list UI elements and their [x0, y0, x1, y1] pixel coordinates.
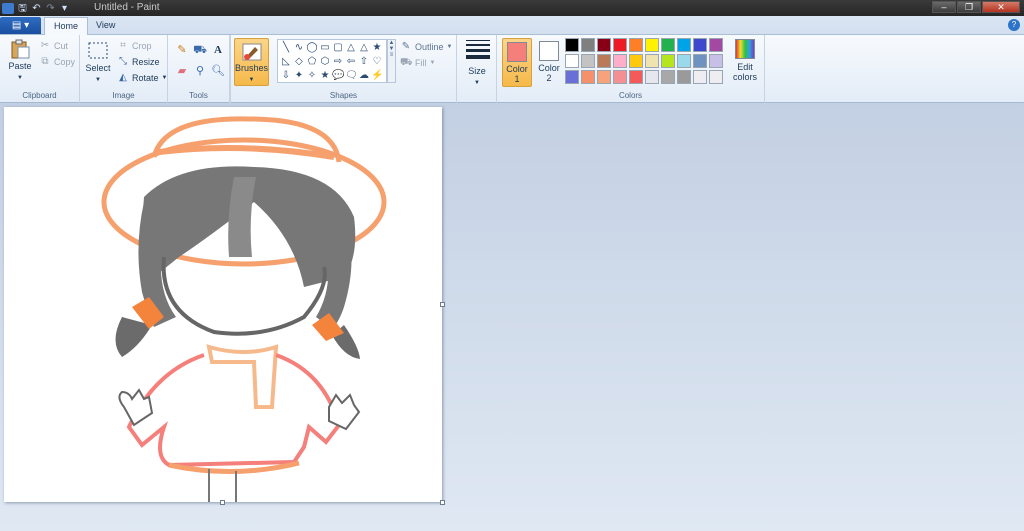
clipboard-group: Paste ▼ ✂ Cut ⧉ Copy Clipboard: [0, 35, 80, 103]
colors-group: Colors: [497, 35, 765, 103]
resize-label: Resize: [132, 57, 160, 67]
size-button[interactable]: Size ▼: [462, 66, 492, 86]
chevron-down-icon: ▼: [474, 80, 480, 86]
paste-label: Paste: [8, 61, 32, 71]
hand-right: [328, 393, 361, 431]
canvas-resize-handle-right[interactable]: [440, 302, 445, 307]
clipboard-group-label: Clipboard: [22, 91, 57, 100]
image-group-label: Image: [112, 91, 135, 100]
cut-label: Cut: [54, 41, 69, 51]
close-button[interactable]: ✕: [982, 1, 1020, 13]
size-icon[interactable]: [466, 40, 490, 62]
help-icon[interactable]: ?: [1008, 19, 1020, 31]
color-picker-icon[interactable]: ⚲: [192, 63, 208, 79]
undo-icon[interactable]: ↶: [31, 3, 42, 14]
window-controls: – ❐ ✕: [932, 1, 1020, 13]
resize-icon: ⤡: [119, 56, 127, 67]
crop-label: Crop: [132, 41, 152, 51]
scissors-icon: ✂: [40, 40, 50, 51]
colors-group-label: Colors: [618, 91, 643, 100]
drawing-canvas[interactable]: [4, 107, 442, 502]
select-label: Select: [85, 63, 111, 73]
hair-fringe: [228, 177, 256, 257]
copy-button[interactable]: ⧉ Copy: [39, 56, 75, 68]
sweater: [126, 353, 342, 468]
save-icon[interactable]: 🖫: [17, 3, 28, 14]
title-bar: 🖫 ↶ ↷ ▾ Untitled - Paint – ❐ ✕: [0, 0, 1024, 16]
select-icon: [88, 42, 108, 59]
tab-view[interactable]: View: [87, 17, 124, 35]
tab-home[interactable]: Home: [44, 17, 89, 35]
clipboard-icon: [11, 39, 30, 59]
redo-icon[interactable]: ↷: [45, 3, 56, 14]
size-label: Size: [468, 66, 486, 76]
text-icon[interactable]: A: [210, 42, 226, 58]
rotate-icon: ◭: [119, 72, 127, 83]
chevron-down-icon: ▼: [161, 75, 168, 81]
tools-group-label: Tools: [189, 91, 208, 100]
ribbon: Paste ▼ ✂ Cut ⧉ Copy Clipboard Select ▼ ⌗ Cro…: [0, 35, 1024, 103]
app-menu-button[interactable]: ▤ ▾: [0, 17, 41, 34]
copy-label: Copy: [54, 57, 76, 67]
resize-button[interactable]: ⤡ Resize: [117, 56, 160, 68]
eraser-icon[interactable]: ▰: [174, 63, 190, 79]
paint-app-icon[interactable]: [2, 2, 14, 14]
qat-customize-icon[interactable]: ▾: [59, 3, 70, 14]
chevron-down-icon: ▼: [17, 75, 23, 81]
copy-icon: ⧉: [41, 56, 49, 67]
hat-band: [158, 145, 335, 160]
quick-access-toolbar: 🖫 ↶ ↷ ▾: [2, 1, 70, 15]
fill-icon[interactable]: ⛟: [192, 42, 208, 58]
ribbon-tab-bar: ▤ ▾ Home View ?: [0, 16, 1024, 35]
rotate-button[interactable]: ◭ Rotate ▼: [117, 72, 167, 84]
magnifier-icon[interactable]: 🔍︎: [210, 63, 226, 79]
paste-button[interactable]: Paste ▼: [5, 39, 35, 81]
rotate-label: Rotate: [132, 73, 159, 83]
canvas-resize-handle-bottom[interactable]: [220, 500, 225, 505]
window-title: Untitled - Paint: [94, 2, 160, 13]
canvas-drawing: [101, 116, 387, 502]
cut-button[interactable]: ✂ Cut: [39, 40, 68, 52]
pencil-icon[interactable]: ✎: [174, 42, 190, 58]
image-group: Select ▼ ⌗ Crop ⤡ Resize ◭ Rotate ▼ Image: [80, 35, 168, 103]
crop-icon: ⌗: [120, 40, 126, 51]
select-button[interactable]: Select ▼: [85, 41, 111, 83]
maximize-button[interactable]: ❐: [957, 1, 981, 13]
canvas-resize-handle-corner[interactable]: [440, 500, 445, 505]
minimize-button[interactable]: –: [932, 1, 956, 13]
crop-button[interactable]: ⌗ Crop: [117, 40, 152, 52]
tools-group: ✎ ⛟ A ▰ ⚲ 🔍︎ Tools: [168, 35, 230, 103]
chevron-down-icon: ▼: [95, 77, 101, 83]
shapes-group-label: Shapes: [329, 91, 358, 100]
scarf: [206, 344, 279, 409]
shapes-group: Shapes: [231, 35, 457, 103]
